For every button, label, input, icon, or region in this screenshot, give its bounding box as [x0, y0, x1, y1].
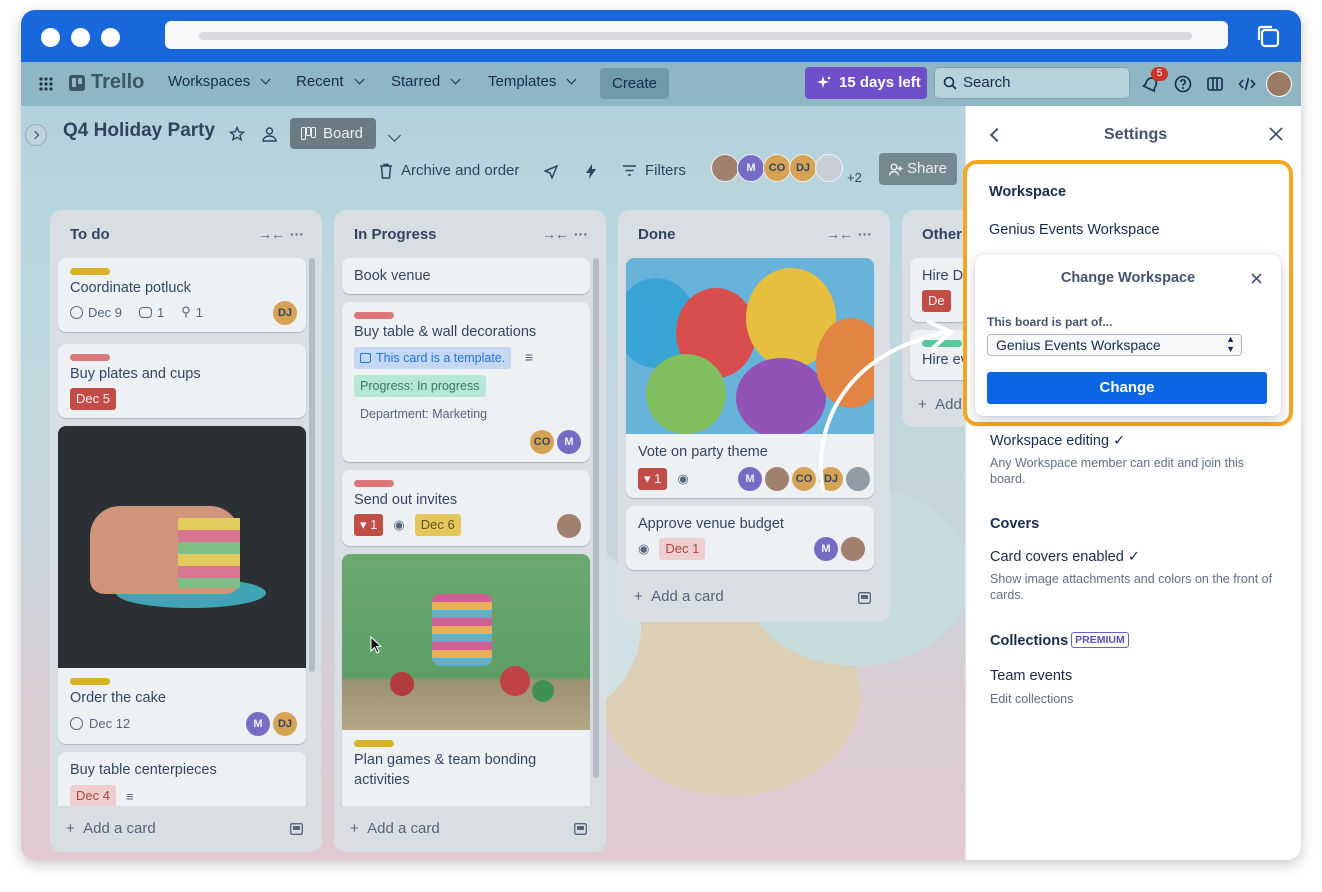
brand-name: Trello — [91, 71, 145, 93]
search-placeholder: Search — [963, 74, 1011, 91]
back-chevron-icon[interactable] — [989, 127, 1005, 143]
app-switcher-icon[interactable] — [38, 76, 54, 92]
window-maximize-dot[interactable] — [101, 28, 120, 47]
top-navigation: Trello Workspaces Recent Starred Templat… — [21, 62, 1301, 106]
workspaces-menu[interactable]: Workspaces — [168, 73, 271, 90]
check-icon: ✓ — [1113, 433, 1126, 449]
search-icon — [943, 76, 957, 90]
team-events-collection[interactable]: Team events — [990, 668, 1072, 684]
workspace-editing-desc: Any Workspace member can edit and join t… — [990, 456, 1245, 486]
close-icon[interactable] — [1269, 127, 1283, 141]
sparkle-icon — [817, 76, 831, 88]
workspace-heading: Workspace — [989, 184, 1067, 200]
templates-menu[interactable]: Templates — [488, 73, 577, 90]
code-icon[interactable] — [1238, 75, 1256, 93]
part-of-label: This board is part of... — [987, 315, 1113, 329]
workspace-editing-label: Workspace editing — [990, 433, 1110, 449]
mouse-cursor-icon — [370, 636, 382, 654]
trello-logo[interactable]: Trello — [69, 71, 144, 94]
recent-label: Recent — [296, 73, 344, 90]
workspace-select[interactable]: Genius Events Workspace ▲ ▼ — [987, 334, 1242, 356]
premium-badge: PREMIUM — [1071, 632, 1129, 648]
recent-menu[interactable]: Recent — [296, 73, 364, 90]
covers-desc: Show image attachments and colors on the… — [990, 572, 1273, 602]
card-covers-toggle[interactable]: Card covers enabled ✓ — [990, 549, 1140, 565]
workspace-editing-title[interactable]: Workspace editing ✓ — [990, 433, 1125, 449]
window-close-dot[interactable] — [41, 28, 60, 47]
notifications-count: 5 — [1151, 67, 1168, 81]
boards-icon[interactable] — [1206, 75, 1224, 93]
address-bar[interactable] — [165, 21, 1228, 49]
help-icon[interactable] — [1174, 75, 1192, 93]
trial-label: 15 days left — [839, 74, 921, 91]
tabs-icon[interactable] — [1255, 23, 1281, 49]
browser-chrome — [21, 10, 1301, 62]
chevron-down-icon — [260, 74, 271, 85]
user-avatar[interactable] — [1266, 71, 1292, 97]
popup-title: Change Workspace — [1060, 270, 1196, 286]
window-minimize-dot[interactable] — [71, 28, 90, 47]
chevron-down-icon — [450, 74, 461, 85]
starred-menu[interactable]: Starred — [391, 73, 461, 90]
check-icon: ✓ — [1127, 549, 1140, 565]
workspace-name[interactable]: Genius Events Workspace — [989, 222, 1160, 238]
templates-label: Templates — [488, 73, 557, 90]
address-placeholder-line — [199, 32, 1192, 40]
collections-heading: Collections PREMIUM — [990, 632, 1129, 649]
collections-label: Collections — [990, 633, 1069, 649]
workspace-select-value: Genius Events Workspace — [996, 337, 1161, 353]
annotation-arrow — [818, 320, 953, 492]
edit-collections-link[interactable]: Edit collections — [990, 691, 1073, 707]
chevron-down-icon — [566, 74, 577, 85]
create-button[interactable]: Create — [600, 68, 669, 99]
starred-label: Starred — [391, 73, 441, 90]
chevron-down-icon — [354, 74, 364, 85]
workspaces-label: Workspaces — [168, 73, 251, 90]
trial-button[interactable]: 15 days left — [805, 67, 927, 99]
close-icon[interactable] — [1251, 273, 1262, 284]
select-arrows-icon: ▲ ▼ — [1226, 334, 1235, 354]
change-workspace-popup: Change Workspace This board is part of..… — [975, 254, 1281, 416]
browser-window: Trello Workspaces Recent Starred Templat… — [21, 10, 1301, 860]
covers-heading: Covers — [990, 516, 1040, 532]
change-button[interactable]: Change — [987, 372, 1267, 404]
card-covers-label: Card covers enabled — [990, 549, 1124, 565]
settings-title: Settings — [1104, 126, 1168, 143]
trello-logo-icon — [69, 74, 85, 91]
search-input[interactable]: Search — [934, 67, 1130, 99]
